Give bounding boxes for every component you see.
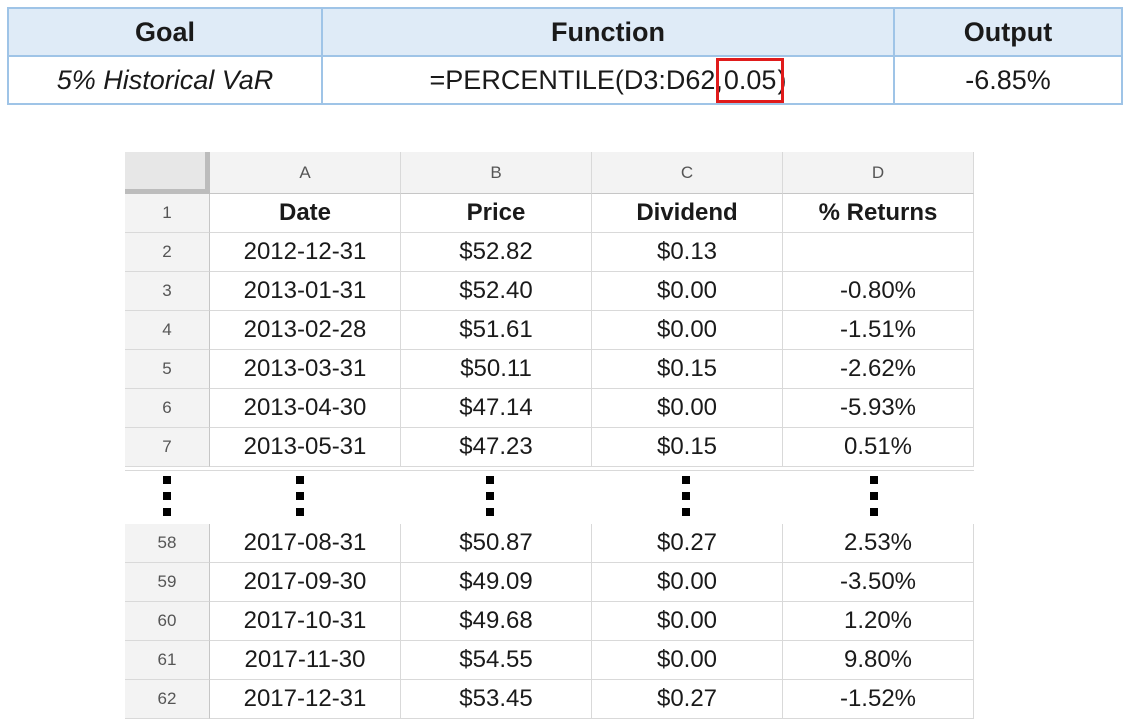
cell-header-price[interactable]: Price <box>401 194 592 233</box>
cell-returns[interactable]: 0.51% <box>783 428 974 467</box>
table-row: 4 2013-02-28 $51.61 $0.00 -1.51% <box>125 311 974 350</box>
cell-price[interactable]: $47.23 <box>401 428 592 467</box>
row-number[interactable]: 2 <box>125 233 210 272</box>
formula-suffix: ) <box>777 64 787 95</box>
cell-date[interactable]: 2017-08-31 <box>210 524 401 563</box>
column-header-d[interactable]: D <box>783 152 974 194</box>
formula-highlight-box: 0.05 <box>715 57 785 103</box>
cell-dividend[interactable]: $0.00 <box>592 311 783 350</box>
vertical-ellipsis-icon <box>296 476 304 516</box>
cell-returns[interactable]: -2.62% <box>783 350 974 389</box>
cell-price[interactable]: $47.14 <box>401 389 592 428</box>
cell-returns[interactable]: 9.80% <box>783 641 974 680</box>
column-header-row: A B C D <box>125 152 974 194</box>
table-row: 5 2013-03-31 $50.11 $0.15 -2.62% <box>125 350 974 389</box>
row-number[interactable]: 60 <box>125 602 210 641</box>
cell-dividend[interactable]: $0.00 <box>592 563 783 602</box>
row-number[interactable]: 3 <box>125 272 210 311</box>
row-number[interactable]: 59 <box>125 563 210 602</box>
cell-price[interactable]: $49.68 <box>401 602 592 641</box>
table-row: 1 Date Price Dividend % Returns <box>125 194 974 233</box>
cell-price[interactable]: $52.82 <box>401 233 592 272</box>
summary-header-row: Goal Function Output <box>7 7 1123 57</box>
spreadsheet-grid: A B C D 1 Date Price Dividend % Returns … <box>125 152 974 723</box>
cell-date[interactable]: 2017-09-30 <box>210 563 401 602</box>
row-number[interactable]: 61 <box>125 641 210 680</box>
cell-price[interactable]: $51.61 <box>401 311 592 350</box>
formula-prefix: =PERCENTILE(D3:D62, <box>429 64 723 95</box>
table-row: 59 2017-09-30 $49.09 $0.00 -3.50% <box>125 563 974 602</box>
row-number[interactable]: 7 <box>125 428 210 467</box>
table-row: 6 2013-04-30 $47.14 $0.00 -5.93% <box>125 389 974 428</box>
table-row: 60 2017-10-31 $49.68 $0.00 1.20% <box>125 602 974 641</box>
cell-price[interactable]: $54.55 <box>401 641 592 680</box>
cell-price[interactable]: $53.45 <box>401 680 592 719</box>
function-header: Function <box>321 7 895 57</box>
cell-returns[interactable]: -3.50% <box>783 563 974 602</box>
column-header-a[interactable]: A <box>210 152 401 194</box>
cell-date[interactable]: 2017-12-31 <box>210 680 401 719</box>
cell-date[interactable]: 2013-02-28 <box>210 311 401 350</box>
cell-dividend[interactable]: $0.27 <box>592 680 783 719</box>
summary-value-row: 5% Historical VaR =PERCENTILE(D3:D62,0.0… <box>7 55 1123 105</box>
row-number[interactable]: 1 <box>125 194 210 233</box>
cell-header-returns[interactable]: % Returns <box>783 194 974 233</box>
cell-returns[interactable] <box>783 233 974 272</box>
cell-returns[interactable]: 1.20% <box>783 602 974 641</box>
vertical-ellipsis-icon <box>163 476 171 516</box>
cell-date[interactable]: 2013-04-30 <box>210 389 401 428</box>
row-number[interactable]: 5 <box>125 350 210 389</box>
cell-price[interactable]: $50.11 <box>401 350 592 389</box>
vertical-ellipsis-icon <box>486 476 494 516</box>
cell-dividend[interactable]: $0.13 <box>592 233 783 272</box>
column-header-c[interactable]: C <box>592 152 783 194</box>
cell-date[interactable]: 2013-05-31 <box>210 428 401 467</box>
cell-date[interactable]: 2017-10-31 <box>210 602 401 641</box>
cell-price[interactable]: $49.09 <box>401 563 592 602</box>
row-number[interactable]: 6 <box>125 389 210 428</box>
cell-dividend[interactable]: $0.27 <box>592 524 783 563</box>
gap-divider <box>125 470 974 471</box>
vertical-ellipsis-icon <box>870 476 878 516</box>
cell-price[interactable]: $52.40 <box>401 272 592 311</box>
cell-date[interactable]: 2013-03-31 <box>210 350 401 389</box>
output-value: -6.85% <box>893 55 1123 105</box>
table-row: 3 2013-01-31 $52.40 $0.00 -0.80% <box>125 272 974 311</box>
cell-dividend[interactable]: $0.00 <box>592 272 783 311</box>
cell-dividend[interactable]: $0.15 <box>592 350 783 389</box>
vertical-ellipsis-icon <box>682 476 690 516</box>
table-row: 58 2017-08-31 $50.87 $0.27 2.53% <box>125 524 974 563</box>
goal-value: 5% Historical VaR <box>7 55 323 105</box>
cell-date[interactable]: 2013-01-31 <box>210 272 401 311</box>
column-header-b[interactable]: B <box>401 152 592 194</box>
cell-date[interactable]: 2012-12-31 <box>210 233 401 272</box>
function-value: =PERCENTILE(D3:D62,0.05) <box>321 55 895 105</box>
table-row: 2 2012-12-31 $52.82 $0.13 <box>125 233 974 272</box>
row-number[interactable]: 62 <box>125 680 210 719</box>
output-header: Output <box>893 7 1123 57</box>
select-all-corner[interactable] <box>125 152 210 194</box>
rows-omitted-gap <box>125 470 974 522</box>
cell-header-dividend[interactable]: Dividend <box>592 194 783 233</box>
goal-header: Goal <box>7 7 323 57</box>
row-number[interactable]: 4 <box>125 311 210 350</box>
cell-returns[interactable]: -1.51% <box>783 311 974 350</box>
cell-date[interactable]: 2017-11-30 <box>210 641 401 680</box>
cell-returns[interactable]: 2.53% <box>783 524 974 563</box>
cell-price[interactable]: $50.87 <box>401 524 592 563</box>
cell-header-date[interactable]: Date <box>210 194 401 233</box>
table-row: 62 2017-12-31 $53.45 $0.27 -1.52% <box>125 680 974 719</box>
table-row: 7 2013-05-31 $47.23 $0.15 0.51% <box>125 428 974 467</box>
formula: =PERCENTILE(D3:D62,0.05) <box>429 57 787 103</box>
summary-table: Goal Function Output 5% Historical VaR =… <box>7 7 1123 105</box>
cell-dividend[interactable]: $0.00 <box>592 389 783 428</box>
cell-returns[interactable]: -5.93% <box>783 389 974 428</box>
table-row: 61 2017-11-30 $54.55 $0.00 9.80% <box>125 641 974 680</box>
cell-dividend[interactable]: $0.15 <box>592 428 783 467</box>
cell-returns[interactable]: -0.80% <box>783 272 974 311</box>
cell-returns[interactable]: -1.52% <box>783 680 974 719</box>
cell-dividend[interactable]: $0.00 <box>592 602 783 641</box>
row-number[interactable]: 58 <box>125 524 210 563</box>
cell-dividend[interactable]: $0.00 <box>592 641 783 680</box>
